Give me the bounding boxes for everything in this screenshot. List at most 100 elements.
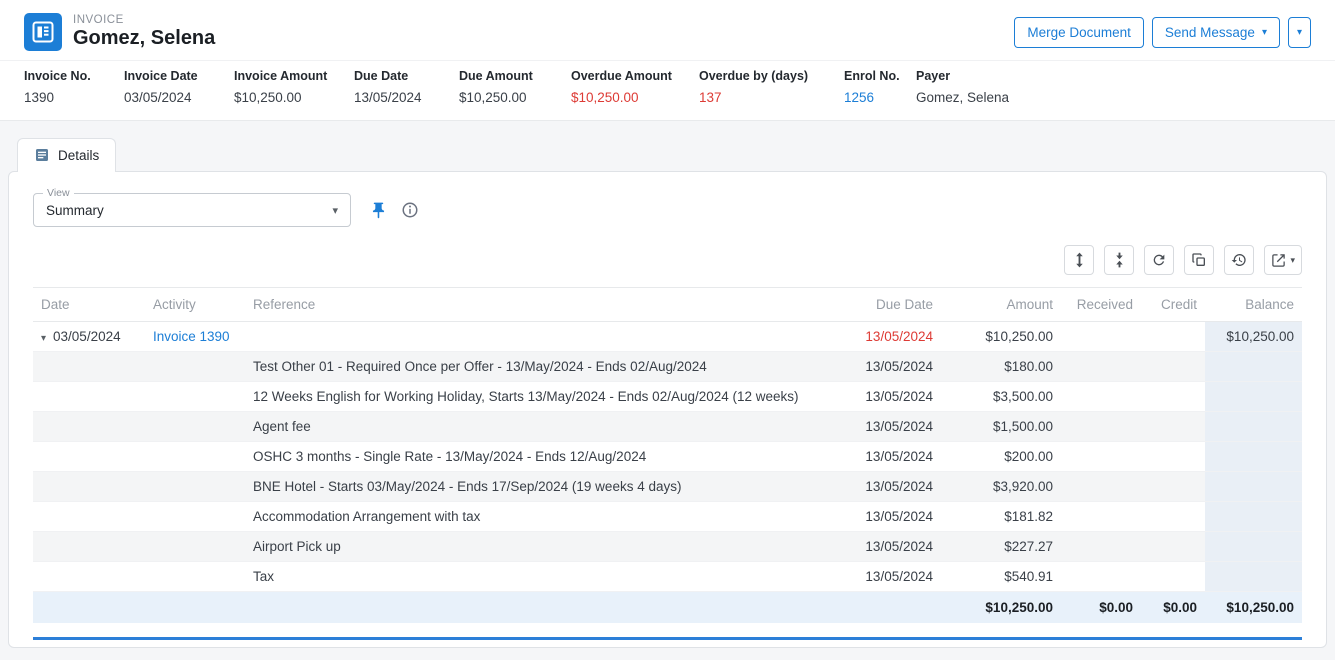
tab-details[interactable]: Details <box>17 138 116 172</box>
due-date-cell: 13/05/2024 <box>836 322 941 352</box>
column-header-credit[interactable]: Credit <box>1141 288 1205 322</box>
summary-field-value: $10,250.00 <box>234 90 354 105</box>
date-cell <box>33 502 145 532</box>
export-button[interactable]: ▾ <box>1264 245 1302 275</box>
column-header-due_date[interactable]: Due Date <box>836 288 941 322</box>
summary-field-label: Payer <box>916 69 1311 83</box>
date-cell <box>33 412 145 442</box>
activity-cell <box>145 532 245 562</box>
amount-cell: $10,250.00 <box>941 322 1061 352</box>
refresh-button[interactable] <box>1144 245 1174 275</box>
credit-cell <box>1141 442 1205 472</box>
date-cell <box>33 442 145 472</box>
amount-cell: $540.91 <box>941 562 1061 592</box>
info-button[interactable] <box>401 201 419 219</box>
balance-cell <box>1205 412 1302 442</box>
column-header-reference[interactable]: Reference <box>245 288 836 322</box>
merge-document-button[interactable]: Merge Document <box>1014 17 1144 48</box>
balance-cell <box>1205 502 1302 532</box>
reference-cell: BNE Hotel - Starts 03/May/2024 - Ends 17… <box>245 472 836 502</box>
details-tab-icon <box>34 147 50 163</box>
balance-cell <box>1205 382 1302 412</box>
invoice-line-row[interactable]: Accommodation Arrangement with tax13/05/… <box>33 502 1302 532</box>
summary-field-value: 03/05/2024 <box>124 90 234 105</box>
summary-field: Enrol No.1256 <box>844 69 916 105</box>
column-header-activity[interactable]: Activity <box>145 288 245 322</box>
summary-field: Invoice No. 1390 <box>24 69 124 105</box>
collapse-rows-icon <box>1113 252 1126 268</box>
invoice-group-row[interactable]: ▾ 03/05/2024 Invoice 1390 13/05/2024$10,250… <box>33 322 1302 352</box>
expand-rows-icon <box>1073 252 1086 268</box>
date-cell <box>33 352 145 382</box>
total-balance: $10,250.00 <box>1205 592 1302 624</box>
pin-icon <box>369 201 388 220</box>
date-cell <box>33 532 145 562</box>
invoice-line-row[interactable]: Test Other 01 - Required Once per Offer … <box>33 352 1302 382</box>
invoice-line-row[interactable]: OSHC 3 months - Single Rate - 13/May/202… <box>33 442 1302 472</box>
activity-cell: Invoice 1390 <box>145 322 245 352</box>
amount-cell: $3,920.00 <box>941 472 1061 502</box>
collapse-rows-button[interactable] <box>1104 245 1134 275</box>
summary-field-value: 1390 <box>24 90 124 105</box>
reference-cell: Tax <box>245 562 836 592</box>
balance-cell <box>1205 532 1302 562</box>
view-row: View Summary ▾ <box>9 172 1326 227</box>
summary-field: Invoice Date 03/05/2024 <box>124 69 234 105</box>
summary-field: Due Date13/05/2024 <box>354 69 459 105</box>
received-cell <box>1061 412 1141 442</box>
totals-row: $10,250.00 $0.00 $0.00 $10,250.00 <box>33 592 1302 624</box>
info-icon <box>401 201 419 219</box>
send-message-button[interactable]: Send Message ▾ <box>1152 17 1280 48</box>
balance-cell <box>1205 562 1302 592</box>
column-header-date[interactable]: Date <box>33 288 145 322</box>
summary-field: Overdue Amount$10,250.00 <box>571 69 699 105</box>
expand-rows-button[interactable] <box>1064 245 1094 275</box>
column-header-received[interactable]: Received <box>1061 288 1141 322</box>
row-date: 03/05/2024 <box>53 329 121 344</box>
received-cell <box>1061 562 1141 592</box>
refresh-icon <box>1151 252 1167 268</box>
invoice-line-row[interactable]: Airport Pick up13/05/2024$227.27 <box>33 532 1302 562</box>
invoice-line-row[interactable]: Tax13/05/2024$540.91 <box>33 562 1302 592</box>
more-actions-button[interactable]: ▾ <box>1288 17 1311 48</box>
column-header-amount[interactable]: Amount <box>941 288 1061 322</box>
activity-cell <box>145 502 245 532</box>
pin-view-button[interactable] <box>369 201 388 220</box>
summary-field-value: $10,250.00 <box>571 90 699 105</box>
activity-cell <box>145 352 245 382</box>
invoice-activity-link[interactable]: Invoice 1390 <box>153 329 230 344</box>
amount-cell: $227.27 <box>941 532 1061 562</box>
reference-cell <box>245 322 836 352</box>
credit-cell <box>1141 472 1205 502</box>
credit-cell <box>1141 322 1205 352</box>
copy-button[interactable] <box>1184 245 1214 275</box>
summary-field-label: Invoice Date <box>124 69 234 83</box>
invoice-line-row[interactable]: Agent fee13/05/2024$1,500.00 <box>33 412 1302 442</box>
view-select[interactable]: View Summary ▾ <box>33 193 351 227</box>
reference-cell: OSHC 3 months - Single Rate - 13/May/202… <box>245 442 836 472</box>
column-header-balance[interactable]: Balance <box>1205 288 1302 322</box>
activity-cell <box>145 472 245 502</box>
row-collapse-caret-icon[interactable]: ▾ <box>41 333 46 344</box>
summary-field-value: 137 <box>699 90 844 105</box>
summary-field: Overdue by (days)137 <box>699 69 844 105</box>
amount-cell: $181.82 <box>941 502 1061 532</box>
chevron-down-icon: ▾ <box>1297 28 1302 38</box>
invoice-line-row[interactable]: BNE Hotel - Starts 03/May/2024 - Ends 17… <box>33 472 1302 502</box>
summary-field-label: Invoice No. <box>24 69 124 83</box>
page-title: Gomez, Selena <box>73 27 215 50</box>
received-cell <box>1061 382 1141 412</box>
chevron-down-icon: ▾ <box>1290 255 1295 266</box>
amount-cell: $1,500.00 <box>941 412 1061 442</box>
invoice-line-row[interactable]: 12 Weeks English for Working Holiday, St… <box>33 382 1302 412</box>
history-icon <box>1231 252 1247 268</box>
page-header: INVOICE Gomez, Selena Merge Document Sen… <box>0 0 1335 60</box>
history-button[interactable] <box>1224 245 1254 275</box>
chevron-down-icon: ▾ <box>1262 28 1267 38</box>
date-cell: ▾ 03/05/2024 <box>33 322 145 352</box>
reference-cell: 12 Weeks English for Working Holiday, St… <box>245 382 836 412</box>
summary-field-value[interactable]: 1256 <box>844 90 916 105</box>
summary-field: Invoice Amount$10,250.00 <box>234 69 354 105</box>
date-cell <box>33 562 145 592</box>
due-date-cell: 13/05/2024 <box>836 502 941 532</box>
